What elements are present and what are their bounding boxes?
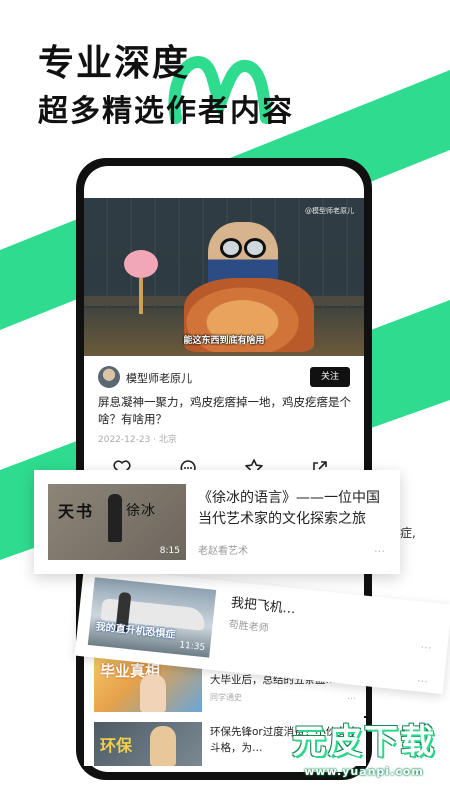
more-icon[interactable]: …: [416, 671, 428, 685]
more-icon[interactable]: …: [420, 638, 432, 652]
author-name[interactable]: 模型师老原儿: [126, 370, 192, 386]
person-shape: [150, 726, 176, 766]
person-shape: [140, 674, 166, 712]
model-stand: [139, 278, 143, 314]
thumbnail-calligraphy-left: 天书: [58, 502, 95, 521]
thumbnail-caption: 环保: [100, 736, 133, 755]
more-icon[interactable]: …: [374, 542, 386, 555]
video-duration: 8:15: [159, 546, 180, 556]
video-watermark: @模型师老原儿: [305, 207, 354, 215]
tilted-card-title: 我把飞机…: [230, 595, 297, 618]
post-text[interactable]: 屏息凝神一聚力，鸡皮疙瘩掉一地，鸡皮疙瘩是个啥？有啥用？: [98, 394, 352, 428]
featured-video-card[interactable]: 天书 徐冰 8:15 《徐冰的语言》——一位中国当代艺术家的文化探索之旅 老赵看…: [34, 470, 400, 574]
list-item-source: 同学通史: [210, 693, 242, 702]
clipped-text: 症,: [400, 526, 416, 540]
goggles: [220, 238, 266, 258]
featured-card-source: 老赵看艺术: [198, 546, 248, 557]
watermark-url: www.yuanpi.com: [304, 765, 424, 778]
tilted-card-source: 苟胜老师: [228, 619, 269, 635]
video-subtitle: 能这东西到底有啥用: [183, 336, 265, 346]
avatar[interactable]: [98, 366, 120, 388]
brain-model: [124, 250, 158, 278]
person-shape: [108, 494, 122, 542]
follow-button[interactable]: 关注: [310, 367, 350, 387]
video-duration: 11:35: [178, 640, 206, 654]
headline-subtitle: 超多精选作者内容: [38, 94, 294, 129]
promo-headline: 专业深度 超多精选作者内容: [38, 42, 294, 132]
tilted-card-thumbnail: 我的直升机恐惧症 11:35: [87, 577, 217, 658]
list-item-thumbnail: 环保: [94, 722, 202, 766]
video-player[interactable]: @模型师老原儿 能这东西到底有啥用: [84, 198, 364, 356]
more-icon[interactable]: …: [347, 692, 356, 702]
watermark-logo: 元皮下载: [292, 722, 436, 762]
site-watermark: 元皮下载 www.yuanpi.com: [292, 714, 436, 778]
headline-title: 专业深度: [38, 43, 191, 84]
featured-card-thumbnail: 天书 徐冰 8:15: [48, 484, 186, 560]
post-date-location: 2022-12-23 · 北京: [98, 435, 177, 445]
featured-card-title: 《徐冰的语言》——一位中国当代艺术家的文化探索之旅: [198, 490, 380, 527]
post-header: 模型师老原儿 关注: [98, 366, 350, 388]
thumbnail-calligraphy-right: 徐冰: [126, 503, 156, 519]
